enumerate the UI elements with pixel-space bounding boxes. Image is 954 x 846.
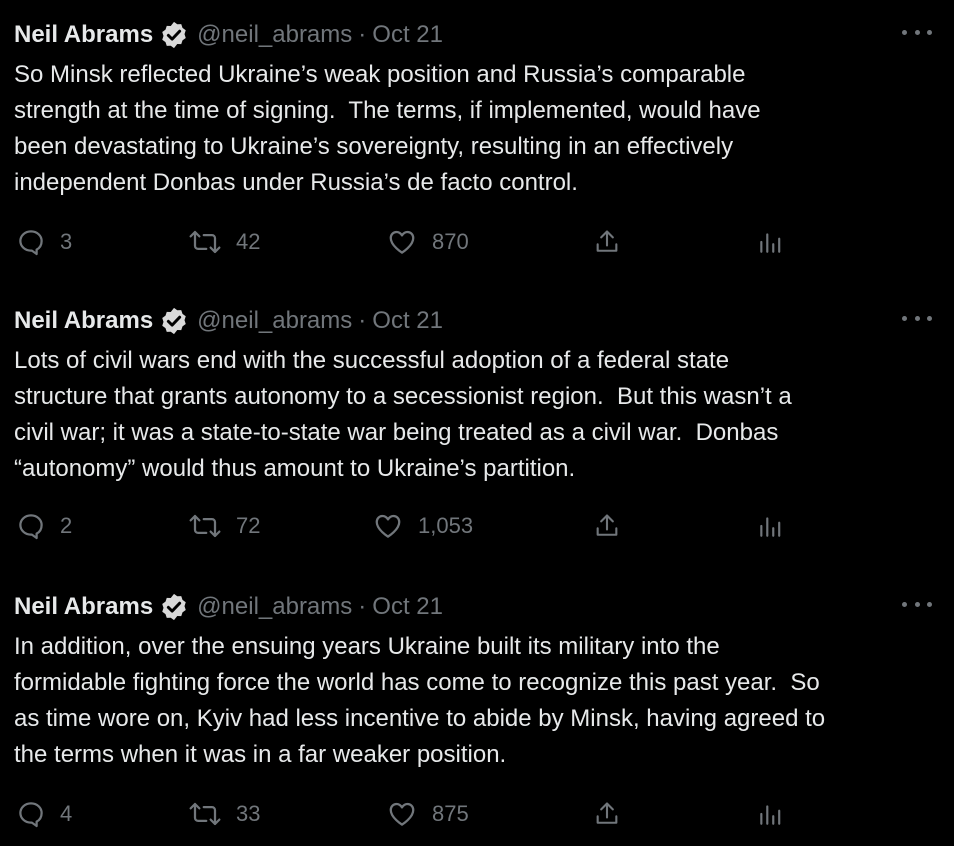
tweet[interactable]: Neil Abrams @neil_abrams · Oct 21 So Min… [0,0,954,286]
author-handle[interactable]: @neil_abrams [197,21,352,49]
tweet-header: Neil Abrams @neil_abrams · Oct 21 [14,18,443,52]
retweet-count: 42 [236,229,261,254]
retweet-icon [188,799,222,829]
share-button[interactable] [593,506,621,546]
tweet-header: Neil Abrams @neil_abrams · Oct 21 [14,304,443,338]
reply-button[interactable]: 3 [16,222,72,262]
like-button[interactable]: 1,053 [372,506,473,546]
tweet[interactable]: Neil Abrams @neil_abrams · Oct 21 Lots o… [0,286,954,571]
reply-icon [16,799,46,829]
verified-badge-icon [159,592,189,622]
tweet-date[interactable]: Oct 21 [372,307,443,335]
tweet-text: Lots of civil wars end with the successf… [14,347,792,482]
share-icon [593,227,621,257]
tweet-actions: 4 33 875 [0,794,954,834]
like-button[interactable]: 875 [386,794,469,834]
tweet-header: Neil Abrams @neil_abrams · Oct 21 [14,590,443,624]
like-count: 1,053 [418,513,474,538]
tweet-text: In addition, over the ensuing years Ukra… [14,633,826,768]
reply-button[interactable]: 2 [16,506,72,546]
author-handle[interactable]: @neil_abrams [197,307,352,335]
tweet-text: So Minsk reflected Ukraine’s weak positi… [14,61,761,196]
reply-icon [16,511,46,541]
reply-count: 2 [60,513,73,538]
share-button[interactable] [593,794,621,834]
reply-icon [16,227,46,257]
analytics-button[interactable] [757,506,783,546]
share-icon [593,511,621,541]
retweet-button[interactable]: 72 [188,506,260,546]
verified-badge-icon [159,306,189,336]
analytics-icon [757,511,783,541]
author-name[interactable]: Neil Abrams [14,593,153,621]
tweet-actions: 2 72 1,053 [0,506,954,546]
retweet-icon [188,511,222,541]
retweet-count: 72 [236,513,261,538]
author-name[interactable]: Neil Abrams [14,21,153,49]
reply-button[interactable]: 4 [16,794,72,834]
analytics-icon [757,227,783,257]
author-name[interactable]: Neil Abrams [14,307,153,335]
share-icon [593,799,621,829]
analytics-button[interactable] [757,794,783,834]
like-count: 875 [432,801,469,826]
like-button[interactable]: 870 [386,222,469,262]
share-button[interactable] [593,222,621,262]
like-count: 870 [432,229,469,254]
retweet-button[interactable]: 33 [188,794,260,834]
separator-dot: · [358,21,367,48]
reply-count: 3 [60,229,73,254]
tweet[interactable]: Neil Abrams @neil_abrams · Oct 21 In add… [0,572,954,846]
heart-icon [372,511,404,541]
heart-icon [386,227,418,257]
reply-count: 4 [60,801,73,826]
heart-icon [386,799,418,829]
retweet-count: 33 [236,801,261,826]
tweet-actions: 3 42 870 [0,222,954,262]
author-handle[interactable]: @neil_abrams [197,593,352,621]
retweet-icon [188,227,222,257]
tweet-date[interactable]: Oct 21 [372,21,443,49]
more-options-icon[interactable] [902,594,932,614]
verified-badge-icon [159,20,189,50]
tweet-date[interactable]: Oct 21 [372,593,443,621]
analytics-icon [757,799,783,829]
retweet-button[interactable]: 42 [188,222,260,262]
separator-dot: · [358,307,367,334]
more-options-icon[interactable] [902,308,932,328]
analytics-button[interactable] [757,222,783,262]
more-options-icon[interactable] [902,22,932,42]
separator-dot: · [358,593,367,620]
